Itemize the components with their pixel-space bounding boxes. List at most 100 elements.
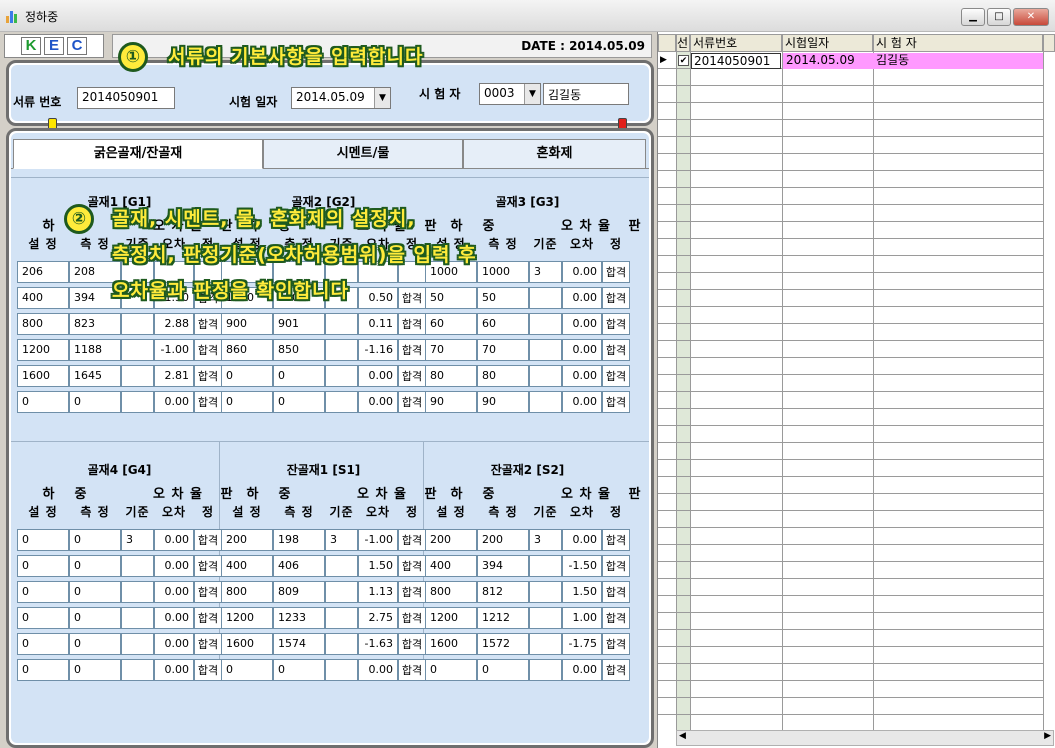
tolerance-field[interactable] <box>529 633 562 655</box>
setpoint-field[interactable]: 80 <box>425 365 477 387</box>
grid-col-doc-no[interactable]: 서류번호 <box>690 34 782 52</box>
grid-row[interactable] <box>658 290 1044 307</box>
measured-field[interactable]: 823 <box>69 313 121 335</box>
setpoint-field[interactable]: 400 <box>425 555 477 577</box>
setpoint-field[interactable]: 0 <box>17 529 69 551</box>
grid-row[interactable] <box>658 341 1044 358</box>
tolerance-field[interactable] <box>121 391 154 413</box>
setpoint-field[interactable]: 0 <box>17 581 69 603</box>
measured-field[interactable]: 0 <box>273 391 325 413</box>
measured-field[interactable]: 0 <box>69 607 121 629</box>
setpoint-field[interactable]: 0 <box>17 607 69 629</box>
measured-field[interactable]: 406 <box>273 555 325 577</box>
setpoint-field[interactable]: 900 <box>221 313 273 335</box>
setpoint-field[interactable]: 1600 <box>425 633 477 655</box>
grid-row[interactable] <box>658 171 1044 188</box>
grid-row[interactable] <box>658 477 1044 494</box>
grid-row[interactable] <box>658 511 1044 528</box>
setpoint-field[interactable]: 0 <box>221 391 273 413</box>
setpoint-field[interactable]: 400 <box>221 555 273 577</box>
tolerance-field[interactable]: 3 <box>529 261 562 283</box>
measured-field[interactable]: 0 <box>273 659 325 681</box>
grid-cell-date[interactable]: 2014.05.09 <box>786 53 872 69</box>
setpoint-field[interactable]: 1200 <box>221 607 273 629</box>
grid-row[interactable] <box>658 409 1044 426</box>
grid-row[interactable] <box>658 392 1044 409</box>
setpoint-field[interactable]: 1600 <box>221 633 273 655</box>
tolerance-field[interactable] <box>529 391 562 413</box>
measured-field[interactable]: 0 <box>69 633 121 655</box>
grid-row[interactable] <box>658 647 1044 664</box>
tolerance-field[interactable] <box>529 287 562 309</box>
grid-row[interactable] <box>658 154 1044 171</box>
setpoint-field[interactable]: 200 <box>221 529 273 551</box>
grid-row[interactable] <box>658 681 1044 698</box>
doc-no-field[interactable]: 2014050901 <box>77 87 175 109</box>
tolerance-field[interactable] <box>325 633 358 655</box>
measured-field[interactable]: 1645 <box>69 365 121 387</box>
grid-row[interactable] <box>658 273 1044 290</box>
tolerance-field[interactable] <box>529 581 562 603</box>
grid-row[interactable] <box>658 698 1044 715</box>
measured-field[interactable]: 0 <box>69 391 121 413</box>
grid-row[interactable] <box>658 443 1044 460</box>
tolerance-field[interactable]: 3 <box>529 529 562 551</box>
measured-field[interactable]: 0 <box>273 365 325 387</box>
chevron-down-icon[interactable]: ▼ <box>524 84 540 104</box>
setpoint-field[interactable]: 0 <box>17 555 69 577</box>
setpoint-field[interactable]: 0 <box>17 391 69 413</box>
tolerance-field[interactable] <box>325 555 358 577</box>
setpoint-field[interactable]: 0 <box>17 633 69 655</box>
tab-admixture[interactable]: 혼화제 <box>463 139 646 169</box>
setpoint-field[interactable]: 0 <box>425 659 477 681</box>
tolerance-field[interactable] <box>121 581 154 603</box>
setpoint-field[interactable]: 206 <box>17 261 69 283</box>
setpoint-field[interactable]: 1200 <box>17 339 69 361</box>
setpoint-field[interactable]: 0 <box>17 659 69 681</box>
close-button[interactable]: ✕ <box>1013 8 1049 26</box>
setpoint-field[interactable]: 400 <box>17 287 69 309</box>
tolerance-field[interactable] <box>325 391 358 413</box>
measured-field[interactable]: 0 <box>69 529 121 551</box>
tolerance-field[interactable] <box>529 339 562 361</box>
chevron-down-icon[interactable]: ▼ <box>374 88 390 108</box>
scroll-left-icon[interactable]: ◀ <box>679 731 686 741</box>
setpoint-field[interactable]: 0 <box>221 365 273 387</box>
grid-row[interactable] <box>658 120 1044 137</box>
grid-row[interactable] <box>658 562 1044 579</box>
tolerance-field[interactable] <box>121 555 154 577</box>
measured-field[interactable]: 1233 <box>273 607 325 629</box>
scroll-right-icon[interactable]: ▶ <box>1044 731 1051 741</box>
measured-field[interactable]: 812 <box>477 581 529 603</box>
grid-row[interactable] <box>658 358 1044 375</box>
grid-col-date[interactable]: 시험일자 <box>782 34 873 52</box>
measured-field[interactable]: 50 <box>477 287 529 309</box>
tolerance-field[interactable] <box>121 313 154 335</box>
measured-field[interactable]: 1000 <box>477 261 529 283</box>
tolerance-field[interactable] <box>325 607 358 629</box>
setpoint-field[interactable]: 800 <box>425 581 477 603</box>
measured-field[interactable]: 70 <box>477 339 529 361</box>
measured-field[interactable]: 1188 <box>69 339 121 361</box>
setpoint-field[interactable]: 60 <box>425 313 477 335</box>
tester-code-select[interactable]: 0003 ▼ <box>479 83 541 105</box>
tab-aggregate[interactable]: 굵은골재/잔골재 <box>13 139 263 169</box>
grid-row[interactable] <box>658 256 1044 273</box>
measured-field[interactable]: 80 <box>477 365 529 387</box>
grid-row[interactable] <box>658 188 1044 205</box>
row-select-checkbox[interactable]: ✔ <box>678 55 689 66</box>
tolerance-field[interactable]: 3 <box>325 529 358 551</box>
grid-row[interactable] <box>658 375 1044 392</box>
grid-row[interactable] <box>658 545 1044 562</box>
tab-cement-water[interactable]: 시멘트/물 <box>263 139 463 169</box>
measured-field[interactable]: 1212 <box>477 607 529 629</box>
tolerance-field[interactable] <box>529 365 562 387</box>
tolerance-field[interactable] <box>529 659 562 681</box>
tolerance-field[interactable] <box>121 633 154 655</box>
setpoint-field[interactable]: 0 <box>221 659 273 681</box>
setpoint-field[interactable]: 1600 <box>17 365 69 387</box>
measured-field[interactable]: 0 <box>69 555 121 577</box>
grid-row[interactable] <box>658 69 1044 86</box>
tolerance-field[interactable] <box>325 339 358 361</box>
measured-field[interactable]: 1574 <box>273 633 325 655</box>
